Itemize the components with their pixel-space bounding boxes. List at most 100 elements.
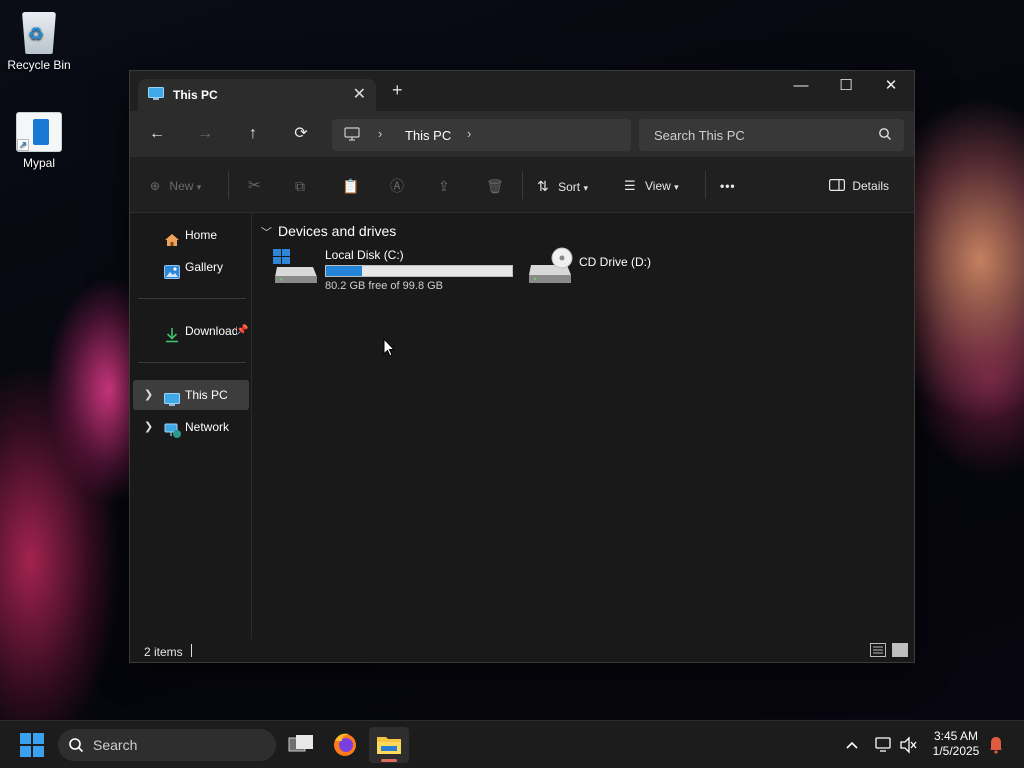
clock-date: 1/5/2025 (932, 744, 980, 758)
back-button[interactable]: ← (143, 122, 171, 146)
task-view-icon[interactable] (281, 727, 321, 763)
network-tray-icon[interactable] (874, 721, 894, 768)
divider (228, 171, 229, 199)
clock-time: 3:45 AM (933, 729, 979, 743)
sidebar-item-label: Home (185, 228, 218, 242)
sidebar-item-label: Network (185, 420, 230, 434)
address-bar-row: ← → ↑ ⟳ › This PC › (130, 111, 914, 157)
firefox-icon[interactable] (325, 727, 365, 763)
breadcrumb-this-pc[interactable]: This PC (405, 128, 451, 143)
mouse-cursor-icon (383, 337, 396, 361)
paste-icon[interactable]: 📋 (342, 175, 359, 197)
taskbar-search-box[interactable]: Search (58, 729, 276, 761)
chevron-down-icon: ▾ (583, 183, 588, 193)
drive-name: CD Drive (D:) (579, 255, 651, 269)
new-label: New (169, 179, 194, 193)
breadcrumb-separator[interactable]: › (378, 126, 382, 141)
cut-icon[interactable]: ✂ (248, 175, 261, 197)
network-icon (164, 420, 182, 450)
tab-this-pc[interactable]: This PC ✕ (138, 79, 376, 111)
status-divider (191, 644, 192, 657)
tab-close-button[interactable]: ✕ (353, 84, 366, 104)
taskbar-clock[interactable]: 3:45 AM 1/5/2025 (920, 729, 992, 759)
search-icon[interactable] (878, 127, 892, 144)
taskbar-search-label: Search (93, 737, 138, 753)
sort-label: Sort (558, 180, 581, 194)
desktop-icon-label: Recycle Bin (7, 58, 71, 72)
share-icon[interactable]: ⇪ (438, 175, 450, 197)
search-input[interactable] (639, 119, 869, 151)
chevron-up-icon[interactable] (844, 721, 860, 768)
desktop-icon-mypal[interactable]: ↗ Mypal (0, 104, 78, 170)
new-tab-button[interactable]: + (392, 81, 403, 99)
large-icons-view-icon[interactable] (892, 643, 908, 657)
view-label: View (645, 179, 671, 193)
breadcrumb-separator[interactable]: › (467, 126, 471, 141)
group-title: Devices and drives (278, 223, 397, 239)
notification-bell-icon[interactable] (988, 721, 1004, 768)
file-explorer-icon[interactable] (369, 727, 409, 763)
sidebar-item-label: Downloads (185, 324, 237, 338)
chevron-down-icon[interactable]: ﹀ (261, 224, 272, 240)
maximize-button[interactable]: ☐ (823, 71, 869, 103)
delete-icon[interactable]: 🗑 (486, 175, 504, 197)
title-bar[interactable]: This PC ✕ + — ☐ ✕ (130, 71, 914, 111)
view-icon: ☰ (624, 178, 636, 193)
view-button[interactable]: ☰ View ▾ (624, 175, 679, 197)
monitor-icon (344, 127, 360, 144)
drive-local-disk-c[interactable]: Local Disk (C:) 80.2 GB free of 99.8 GB (273, 247, 513, 303)
search-icon (68, 737, 84, 756)
group-header[interactable]: ﹀ Devices and drives (261, 223, 396, 240)
details-label: Details (852, 179, 890, 193)
cd-drive-icon (527, 247, 573, 290)
gallery-icon (164, 260, 180, 290)
search-box[interactable] (639, 119, 904, 151)
desktop-icon-recycle-bin[interactable]: ♻ Recycle Bin (0, 8, 78, 72)
chevron-right-icon[interactable]: ❯ (144, 380, 153, 410)
new-button[interactable]: ⊕ New ▾ (150, 175, 201, 197)
start-button[interactable] (20, 733, 44, 760)
mypal-shortcut-icon: ↗ (16, 112, 62, 152)
recycle-bin-icon: ♻ (22, 12, 56, 54)
sort-button[interactable]: ⇅ Sort ▾ (537, 175, 588, 197)
drive-name: Local Disk (C:) (325, 248, 404, 262)
divider (138, 298, 246, 299)
this-pc-icon (148, 87, 164, 104)
refresh-button[interactable]: ⟳ (287, 122, 315, 146)
details-button[interactable]: Details (829, 175, 889, 197)
file-explorer-window: This PC ✕ + — ☐ ✕ ← → ↑ ⟳ › This PC › ⊕ (129, 70, 915, 663)
divider (522, 171, 523, 199)
windows-logo-icon (20, 733, 44, 757)
forward-button[interactable]: → (191, 122, 219, 146)
file-list-area[interactable]: ﹀ Devices and drives Local Disk (C:) 80.2… (253, 213, 915, 639)
details-view-icon[interactable] (870, 643, 886, 657)
new-plus-icon: ⊕ (150, 179, 161, 193)
sidebar-item-label: This PC (185, 388, 228, 402)
rename-icon[interactable]: Ⓐ (390, 175, 404, 197)
running-indicator (381, 759, 397, 762)
address-field[interactable]: › This PC › (332, 119, 631, 151)
sidebar-item-gallery[interactable]: Gallery (133, 252, 249, 282)
desktop-icon-label: Mypal (22, 156, 55, 170)
sidebar-item-label: Gallery (185, 260, 224, 274)
copy-icon[interactable]: ⧉ (295, 175, 305, 197)
up-button[interactable]: ↑ (239, 122, 267, 146)
sidebar-item-this-pc[interactable]: ❯ This PC (133, 380, 249, 410)
minimize-button[interactable]: — (778, 71, 824, 103)
navigation-pane: Home Gallery Downloads 📌 ❯ This PC ❯ (130, 213, 252, 639)
local-disk-icon (273, 247, 319, 290)
sidebar-item-network[interactable]: ❯ Network (133, 412, 249, 442)
details-pane-icon (829, 179, 848, 193)
sidebar-item-home[interactable]: Home (133, 220, 249, 250)
volume-muted-icon[interactable] (899, 721, 919, 768)
drive-cd-d[interactable]: CD Drive (D:) (527, 247, 667, 293)
sidebar-item-downloads[interactable]: Downloads 📌 (133, 316, 249, 346)
chevron-right-icon[interactable]: ❯ (144, 412, 153, 442)
download-icon (164, 324, 180, 354)
pin-icon[interactable]: 📌 (236, 316, 248, 346)
close-button[interactable]: ✕ (868, 71, 914, 103)
divider (705, 171, 706, 199)
command-bar: ⊕ New ▾ ✂ ⧉ 📋 Ⓐ ⇪ 🗑 ⇅ Sort ▾ ☰ View ▾ ••… (130, 157, 914, 213)
drive-free-space: 80.2 GB free of 99.8 GB (325, 280, 444, 292)
more-options-button[interactable]: ••• (720, 175, 736, 197)
